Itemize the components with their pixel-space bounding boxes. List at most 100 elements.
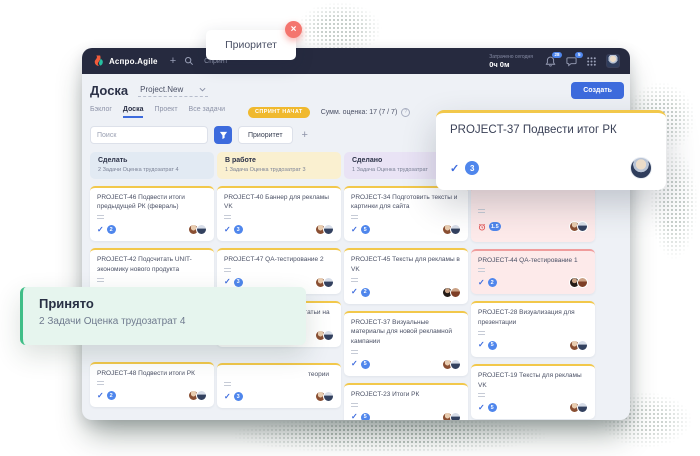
- column-title: Сделать: [98, 157, 206, 164]
- task-card[interactable]: 1.5: [471, 186, 595, 242]
- project-selector[interactable]: Project.New: [138, 84, 208, 97]
- estimate-badge: 5: [361, 225, 370, 234]
- task-footer: ✓2: [97, 224, 207, 235]
- estimate: ✓2: [351, 288, 370, 297]
- avatar: [577, 402, 588, 413]
- summary-estimate-text: Сумм. оценка: 17 (7 / 7): [321, 109, 398, 116]
- task-card[interactable]: PROJECT-40 Баннер для рекламы VK ✓3: [217, 186, 341, 242]
- assignee-avatars: [315, 330, 334, 341]
- estimate: ✓5: [351, 225, 370, 234]
- task-title: PROJECT-48 Подвести итоги РК: [97, 369, 207, 379]
- description-icon: [478, 209, 485, 213]
- task-card[interactable]: PROJECT-19 Тексты для рекламы VK✓5: [471, 364, 595, 420]
- description-icon: [97, 215, 104, 219]
- task-card[interactable]: PROJECT-48 Подвести итоги РК✓2: [90, 362, 214, 408]
- task-footer: ✓5: [351, 224, 461, 235]
- task-title: PROJECT-40 Баннер для рекламы VK: [224, 193, 334, 213]
- avatar: [450, 412, 461, 421]
- estimate: ✓2: [478, 278, 497, 287]
- task-card[interactable]: теории ✓3: [217, 363, 341, 409]
- task-footer: ✓3: [224, 224, 334, 235]
- task-footer: ✓2: [478, 277, 588, 288]
- estimate: 1.5: [478, 218, 501, 236]
- tab-all-tasks[interactable]: Все задачи: [189, 106, 226, 118]
- priority-filter-chip[interactable]: Приоритет: [238, 126, 293, 144]
- task-card[interactable]: PROJECT-23 Итоги РК✓5: [344, 383, 468, 420]
- column-title: В работе: [225, 157, 333, 164]
- notifications-button[interactable]: 28: [545, 56, 556, 67]
- tab-project[interactable]: Проект: [154, 106, 177, 118]
- assignee-avatars: [442, 412, 461, 421]
- check-icon: ✓: [450, 162, 459, 175]
- avatar: [323, 330, 334, 341]
- task-title: PROJECT-46 Подвести итоги предыдущей РК …: [97, 193, 207, 213]
- app-logo[interactable]: Аспро.Agile: [92, 55, 158, 68]
- check-icon: ✓: [97, 392, 104, 400]
- task-card[interactable]: PROJECT-34 Подготовить тексты и картинки…: [344, 186, 468, 242]
- tab-backlog[interactable]: Бэклог: [90, 106, 112, 118]
- check-icon: ✓: [224, 278, 231, 286]
- check-icon: ✓: [478, 279, 485, 287]
- task-title: PROJECT-47 QA-тестирование 2: [224, 255, 334, 265]
- task-card[interactable]: PROJECT-46 Подвести итоги предыдущей РК …: [90, 186, 214, 242]
- add-icon[interactable]: +: [170, 56, 176, 67]
- task-footer: ✓5: [478, 402, 588, 413]
- estimate-badge: 2: [488, 278, 497, 287]
- page-title: Доска: [90, 83, 128, 98]
- task-card[interactable]: PROJECT-45 Тексты для рекламы в VK✓2: [344, 248, 468, 304]
- info-icon[interactable]: ?: [401, 108, 410, 117]
- assignee-avatars: [315, 391, 334, 402]
- page: Аспро.Agile + Спринт Затрачено сегодня 0…: [0, 0, 700, 456]
- assignee-avatars: [315, 277, 334, 288]
- task-card[interactable]: PROJECT-37 Визуальные материалы для ново…: [344, 311, 468, 376]
- close-icon[interactable]: ×: [285, 21, 302, 38]
- column-header[interactable]: В работе1 Задача Оценка трудозатрат 3: [217, 152, 341, 179]
- time-tracker[interactable]: Затрачено сегодня 0ч 0м: [489, 54, 533, 69]
- apps-grid-icon[interactable]: [587, 57, 596, 66]
- search-icon[interactable]: [184, 56, 194, 66]
- description-icon: [478, 268, 485, 272]
- task-title: PROJECT-28 Визуализация для презентации: [478, 308, 588, 328]
- description-icon: [351, 350, 358, 354]
- estimate-badge: 3: [234, 392, 243, 401]
- task-title: PROJECT-34 Подготовить тексты и картинки…: [351, 193, 461, 213]
- messages-button[interactable]: 5: [566, 56, 577, 67]
- summary-estimate: Сумм. оценка: 17 (7 / 7) ?: [321, 108, 411, 117]
- task-title: теории: [224, 370, 334, 380]
- task-card[interactable]: PROJECT-44 QA-тестирование 1 ✓2: [471, 249, 595, 295]
- check-icon: ✓: [224, 393, 231, 401]
- assignee-avatars: [569, 340, 588, 351]
- task-popup-footer: ✓ 3: [450, 157, 652, 179]
- task-footer: ✓5: [478, 340, 588, 351]
- alarm-icon: [478, 223, 486, 231]
- task-title: PROJECT-44 QA-тестирование 1: [478, 256, 588, 266]
- tab-board[interactable]: Доска: [123, 106, 144, 118]
- task-card-popup[interactable]: PROJECT-37 Подвести итог РК ✓ 3: [436, 110, 666, 190]
- create-button[interactable]: Создать: [571, 82, 624, 99]
- task-card[interactable]: PROJECT-28 Визуализация для презентации ✓…: [471, 301, 595, 357]
- kanban-column: Сделано1 Задача Оценка трудозатратPROJEC…: [344, 152, 468, 420]
- messages-badge: 5: [575, 52, 583, 59]
- top-navbar: Аспро.Agile + Спринт Затрачено сегодня 0…: [82, 48, 630, 74]
- estimate-badge: 3: [234, 278, 243, 287]
- avatar: [323, 277, 334, 288]
- filter-button[interactable]: [214, 126, 232, 144]
- kanban-column: Принято2 Задачи Оценка трудозатрат 41.5P…: [471, 152, 595, 420]
- task-title: [478, 193, 588, 206]
- notifications-badge: 28: [552, 52, 562, 59]
- check-icon: ✓: [97, 226, 104, 234]
- estimate: ✓5: [351, 413, 370, 421]
- add-filter-button[interactable]: +: [302, 130, 308, 141]
- search-input[interactable]: [90, 126, 208, 144]
- priority-tooltip-label: Приоритет: [225, 39, 277, 51]
- grain-texture: [230, 416, 550, 454]
- estimate-badge: 5: [488, 403, 497, 412]
- column-header[interactable]: Сделать2 Задачи Оценка трудозатрат 4: [90, 152, 214, 179]
- user-avatar[interactable]: [606, 54, 620, 68]
- app-name: Аспро.Agile: [109, 57, 158, 66]
- task-title: PROJECT-37 Визуальные материалы для ново…: [351, 318, 461, 347]
- estimate-badge: 2: [107, 225, 116, 234]
- description-icon: [478, 331, 485, 335]
- avatar: [577, 340, 588, 351]
- avatar: [323, 391, 334, 402]
